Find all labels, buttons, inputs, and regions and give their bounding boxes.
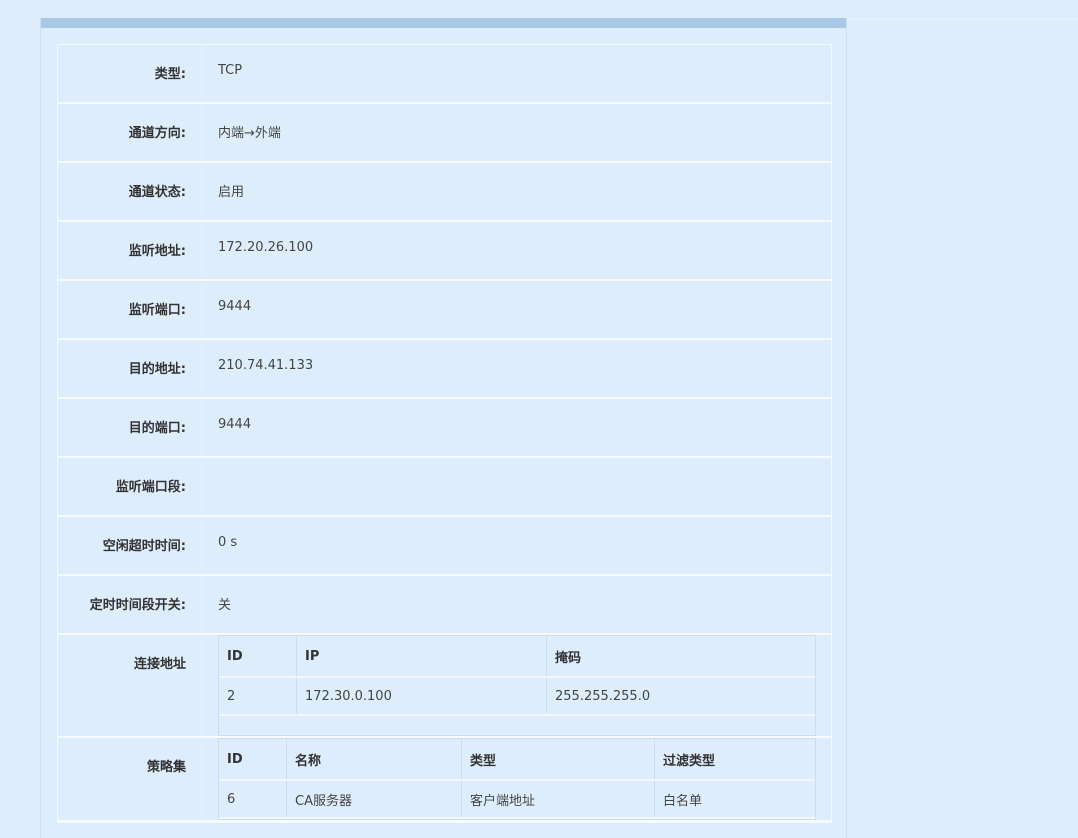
table-empty-row bbox=[219, 716, 815, 735]
table-cell: CA服务器 bbox=[287, 781, 462, 817]
detail-row-listen-port: 监听端口: 9444 bbox=[58, 281, 831, 340]
field-label: 连接地址 bbox=[58, 635, 202, 736]
column-header: 类型 bbox=[462, 739, 655, 779]
connection-table: ID IP 掩码 2 172.30.0.100 255.255.255.0 bbox=[218, 635, 816, 736]
field-label: 通道状态: bbox=[58, 163, 202, 220]
field-label: 监听端口段: bbox=[58, 458, 202, 515]
detail-row-type: 类型: TCP bbox=[58, 45, 831, 104]
policy-table: ID 名称 类型 过滤类型 6 CA服务器 客户端地址 白名单 bbox=[218, 738, 816, 820]
detail-row-connection: 连接地址 ID IP 掩码 2 172.30.0.100 255.255.255… bbox=[58, 635, 831, 738]
table-cell: 172.30.0.100 bbox=[297, 678, 547, 714]
field-label: 监听地址: bbox=[58, 222, 202, 279]
detail-row-listen-port-range: 监听端口段: bbox=[58, 458, 831, 517]
field-value: 0 s bbox=[218, 535, 238, 550]
detail-panel: 类型: TCP 通道方向: 内端→外端 通道状态: 启用 监听地址: 172.2… bbox=[40, 18, 847, 838]
field-label: 类型: bbox=[58, 45, 202, 102]
field-value bbox=[202, 458, 831, 515]
field-value: TCP bbox=[218, 63, 243, 78]
field-label: 目的地址: bbox=[58, 340, 202, 397]
detail-row-dest-address: 目的地址: 210.74.41.133 bbox=[58, 340, 831, 399]
field-label: 空闲超时时间: bbox=[58, 517, 202, 574]
column-header: IP bbox=[297, 636, 547, 676]
table-cell: 白名单 bbox=[663, 793, 703, 809]
table-cell: 255.255.255.0 bbox=[555, 688, 651, 704]
field-value: 启用 bbox=[218, 185, 245, 200]
field-value: 172.20.26.100 bbox=[218, 240, 314, 255]
field-value: ID IP 掩码 2 172.30.0.100 255.255.255.0 bbox=[202, 635, 831, 736]
column-header: ID bbox=[219, 739, 287, 779]
field-label: 目的端口: bbox=[58, 399, 202, 456]
field-label: 策略集 bbox=[58, 738, 202, 820]
table-cell: 6 bbox=[219, 781, 287, 817]
detail-row-policy: 策略集 ID 名称 类型 过滤类型 6 CA服务器 客户端地址 白名单 bbox=[58, 738, 831, 822]
field-label: 通道方向: bbox=[58, 104, 202, 161]
table-cell: 2 bbox=[219, 678, 297, 714]
detail-table: 类型: TCP 通道方向: 内端→外端 通道状态: 启用 监听地址: 172.2… bbox=[57, 44, 832, 823]
field-value: ID 名称 类型 过滤类型 6 CA服务器 客户端地址 白名单 bbox=[202, 738, 831, 820]
field-value: 9444 bbox=[218, 417, 252, 432]
table-row: 6 CA服务器 客户端地址 白名单 bbox=[219, 781, 815, 819]
panel-header-bar bbox=[41, 18, 846, 28]
column-header: 过滤类型 bbox=[663, 753, 716, 769]
detail-row-listen-address: 监听地址: 172.20.26.100 bbox=[58, 222, 831, 281]
field-label: 定时时间段开关: bbox=[58, 576, 202, 633]
column-header: ID bbox=[219, 636, 297, 676]
detail-row-dest-port: 目的端口: 9444 bbox=[58, 399, 831, 458]
divider bbox=[846, 19, 1078, 20]
field-value: 内端→外端 bbox=[218, 126, 281, 141]
detail-row-schedule-switch: 定时时间段开关: 关 bbox=[58, 576, 831, 635]
table-header-row: ID IP 掩码 bbox=[219, 636, 815, 678]
detail-row-idle-timeout: 空闲超时时间: 0 s bbox=[58, 517, 831, 576]
column-header: 名称 bbox=[287, 739, 462, 779]
table-cell: 客户端地址 bbox=[462, 781, 655, 817]
field-value: 210.74.41.133 bbox=[218, 358, 314, 373]
table-header-row: ID 名称 类型 过滤类型 bbox=[219, 739, 815, 781]
field-value: 关 bbox=[218, 598, 232, 613]
detail-row-status: 通道状态: 启用 bbox=[58, 163, 831, 222]
field-label: 监听端口: bbox=[58, 281, 202, 338]
column-header: 掩码 bbox=[555, 650, 582, 666]
detail-row-direction: 通道方向: 内端→外端 bbox=[58, 104, 831, 163]
field-value: 9444 bbox=[218, 299, 252, 314]
table-row: 2 172.30.0.100 255.255.255.0 bbox=[219, 678, 815, 716]
